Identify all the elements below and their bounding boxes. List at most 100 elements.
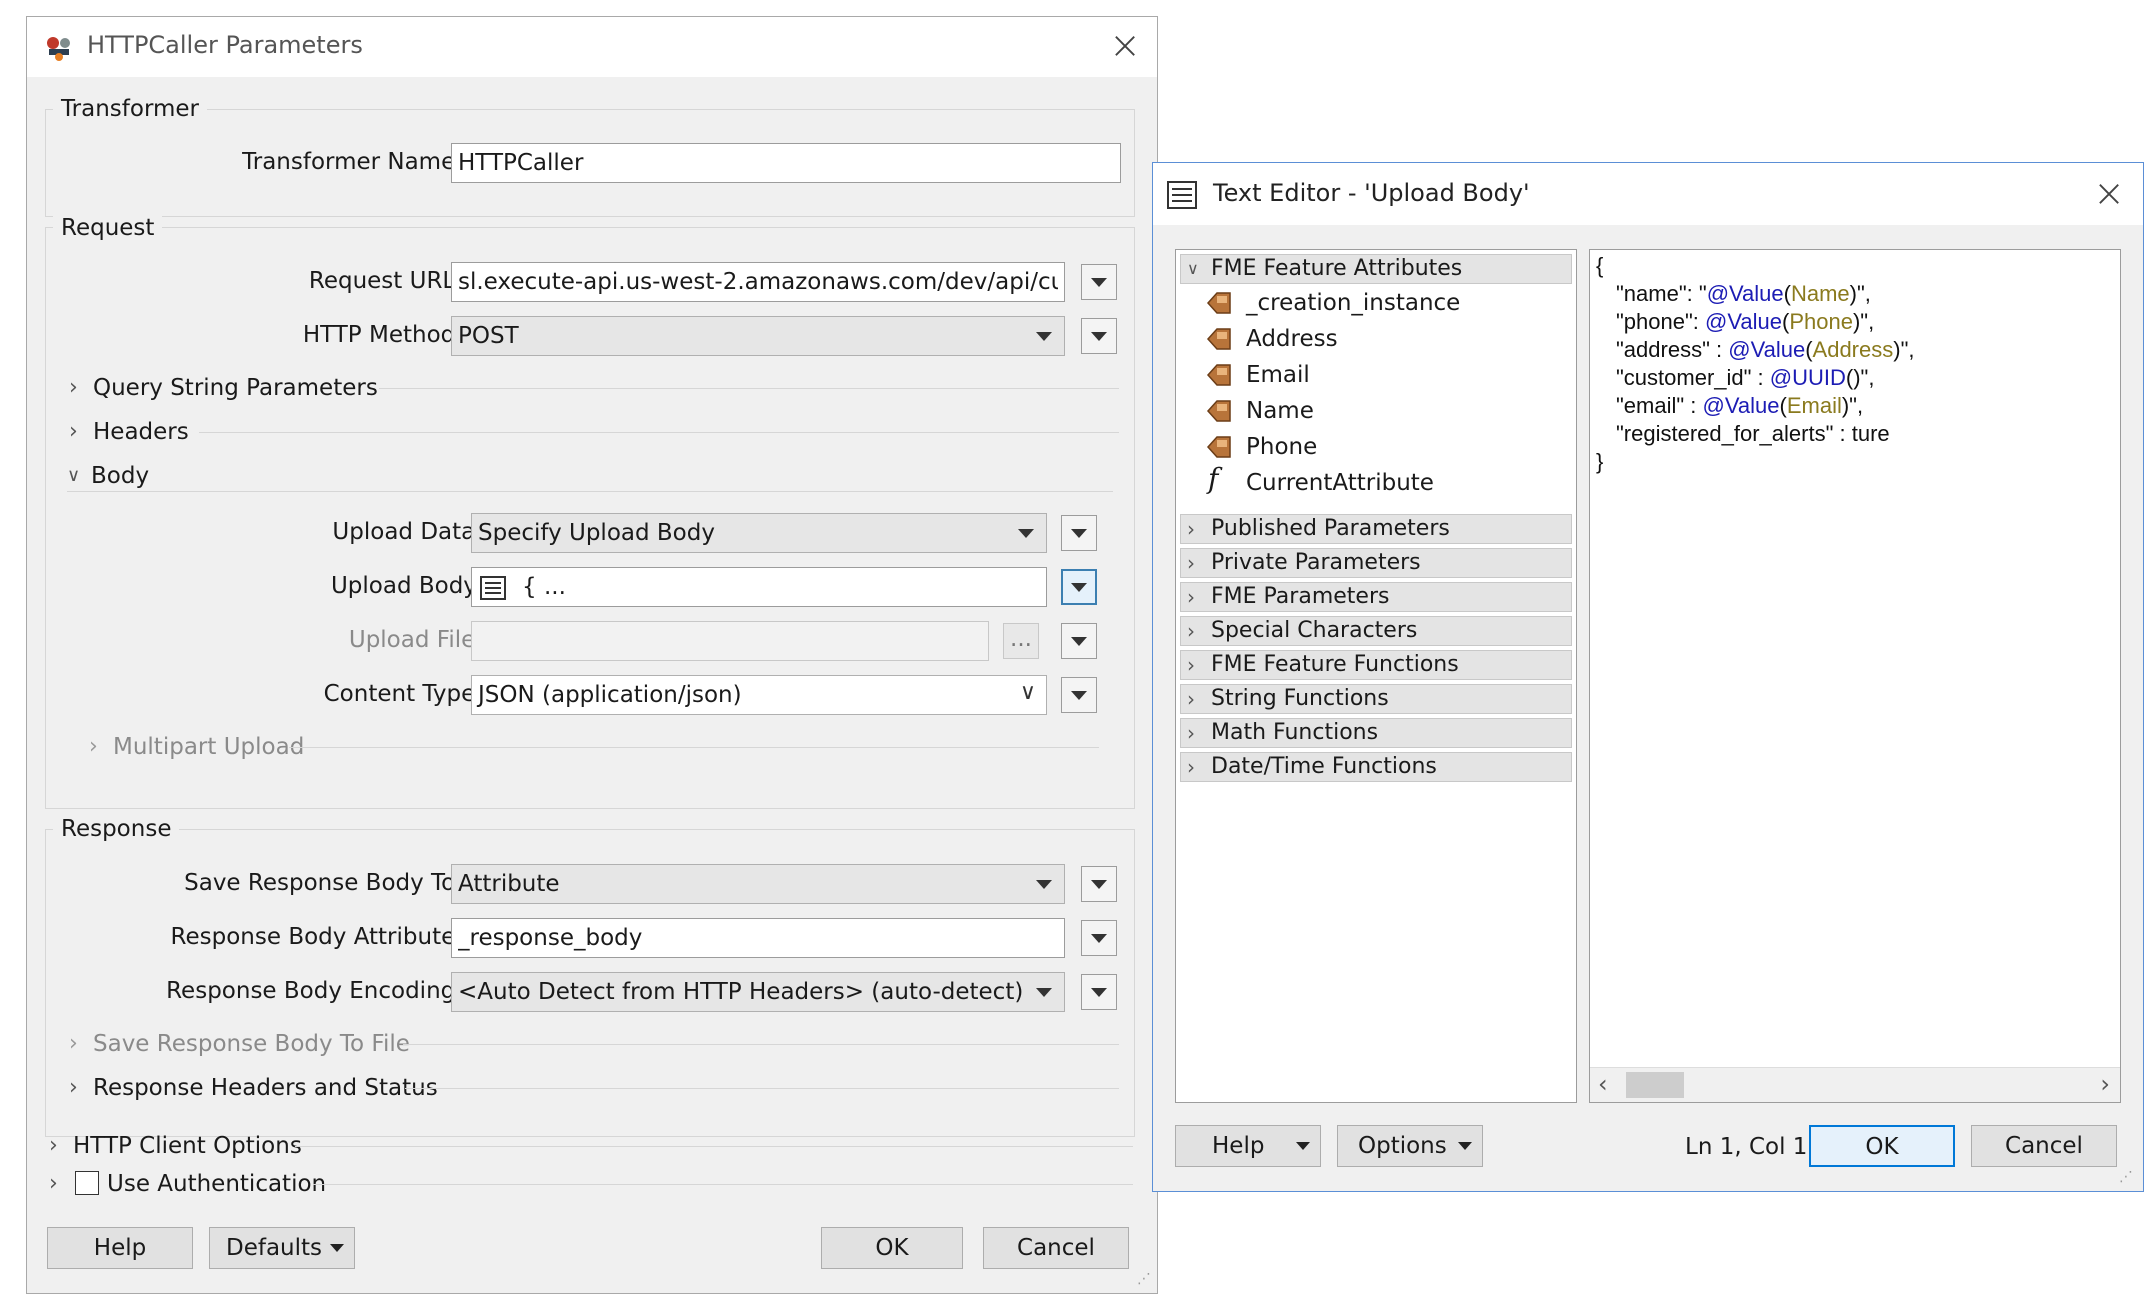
- chevron-right-icon: ›: [69, 1075, 78, 1100]
- ok-button[interactable]: OK: [821, 1227, 963, 1269]
- tree-section-published-parameters[interactable]: › Published Parameters: [1180, 514, 1572, 544]
- scroll-right-icon[interactable]: ›: [2100, 1068, 2110, 1100]
- help-button[interactable]: Help: [47, 1227, 193, 1269]
- upload-file-dropdown[interactable]: [1061, 623, 1097, 659]
- multipart-upload-section[interactable]: › Multipart Upload: [89, 733, 1113, 761]
- response-enc-label: Response Body Encoding:: [166, 978, 463, 1004]
- headers-section[interactable]: › Headers: [69, 418, 1133, 446]
- response-group-label: Response: [53, 815, 180, 843]
- save-response-label: Save Response Body To:: [184, 870, 463, 896]
- chevron-right-icon: ›: [1187, 517, 1195, 541]
- left-title: HTTPCaller Parameters: [87, 31, 363, 59]
- content-type-dropdown[interactable]: [1061, 677, 1097, 713]
- response-enc-select[interactable]: <Auto Detect from HTTP Headers> (auto-de…: [451, 972, 1065, 1012]
- transformer-name-input[interactable]: HTTPCaller: [451, 143, 1121, 183]
- chevron-right-icon: ›: [1187, 687, 1195, 711]
- left-titlebar: HTTPCaller Parameters ×: [27, 17, 1157, 77]
- use-authentication-section[interactable]: › Use Authentication: [49, 1170, 1133, 1198]
- attribute-icon: [1206, 292, 1231, 314]
- upload-data-select[interactable]: Specify Upload Body: [471, 513, 1047, 553]
- code-line: "customer_id" : @UUID()",: [1616, 365, 1875, 390]
- tree-section-special-characters[interactable]: › Special Characters: [1180, 616, 1572, 646]
- tree-section-private-parameters[interactable]: › Private Parameters: [1180, 548, 1572, 578]
- request-url-label: Request URL:: [308, 268, 463, 294]
- tree-section-fme-feature-attributes[interactable]: ∨ FME Feature Attributes: [1180, 254, 1572, 284]
- ok-button[interactable]: OK: [1809, 1125, 1955, 1167]
- right-titlebar: Text Editor - 'Upload Body' ×: [1153, 163, 2143, 225]
- upload-file-input: [471, 621, 989, 661]
- code-line: "phone": @Value(Phone)",: [1616, 309, 1875, 334]
- dropdown-arrow-icon: [1458, 1142, 1472, 1150]
- chevron-right-icon: ›: [69, 419, 78, 444]
- http-method-label: HTTP Method:: [302, 322, 463, 348]
- save-response-select[interactable]: Attribute: [451, 864, 1065, 904]
- chevron-down-icon: ∨: [67, 465, 81, 486]
- scroll-thumb[interactable]: [1626, 1072, 1684, 1098]
- tree-section-fme-feature-functions[interactable]: › FME Feature Functions: [1180, 650, 1572, 680]
- dropdown-arrow-icon: [330, 1244, 344, 1252]
- body-section[interactable]: ∨ Body: [67, 462, 1133, 490]
- query-string-section[interactable]: › Query String Parameters: [69, 374, 1133, 402]
- attribute-icon: [1206, 328, 1231, 350]
- help-button[interactable]: Help: [1175, 1125, 1321, 1167]
- right-title: Text Editor - 'Upload Body': [1213, 179, 1530, 207]
- cancel-button[interactable]: Cancel: [1971, 1125, 2117, 1167]
- http-client-section[interactable]: › HTTP Client Options: [49, 1132, 1133, 1160]
- request-url-dropdown[interactable]: [1081, 264, 1117, 300]
- code-line: }: [1596, 449, 1604, 474]
- tree-section-math-functions[interactable]: › Math Functions: [1180, 718, 1572, 748]
- upload-body-label: Upload Body:: [330, 573, 483, 599]
- upload-data-label: Upload Data:: [332, 519, 483, 545]
- request-url-input[interactable]: sl.execute-api.us-west-2.amazonaws.com/d…: [451, 262, 1065, 302]
- transformer-group-label: Transformer: [53, 95, 208, 123]
- response-attr-input[interactable]: _response_body: [451, 918, 1065, 958]
- tree-section-datetime-functions[interactable]: › Date/Time Functions: [1180, 752, 1572, 782]
- response-attr-dropdown[interactable]: [1081, 920, 1117, 956]
- request-group-label: Request: [53, 214, 163, 242]
- attribute-icon: [1206, 400, 1231, 422]
- tree-section-fme-parameters[interactable]: › FME Parameters: [1180, 582, 1572, 612]
- response-enc-dropdown[interactable]: [1081, 974, 1117, 1010]
- resize-grip-icon[interactable]: ⋰: [1137, 1271, 1151, 1287]
- attribute-tree-panel: ∨ FME Feature Attributes _creation_insta…: [1175, 249, 1577, 1103]
- function-icon: f: [1208, 462, 1219, 495]
- upload-body-input[interactable]: { ...: [471, 567, 1047, 607]
- use-authentication-checkbox[interactable]: [75, 1171, 99, 1195]
- defaults-button[interactable]: Defaults: [209, 1227, 355, 1269]
- transformer-name-label: Transformer Name:: [242, 149, 463, 175]
- code-line: "address" : @Value(Address)",: [1616, 337, 1915, 362]
- chevron-right-icon: ›: [1187, 755, 1195, 779]
- response-attr-label: Response Body Attribute:: [170, 924, 463, 950]
- save-to-file-section[interactable]: › Save Response Body To File: [69, 1030, 1133, 1058]
- close-icon[interactable]: ×: [1105, 25, 1145, 65]
- chevron-right-icon: ›: [1187, 585, 1195, 609]
- scroll-left-icon[interactable]: ‹: [1598, 1068, 1608, 1100]
- code-editor[interactable]: { "name": "@Value(Name)", "phone": @Valu…: [1589, 249, 2121, 1103]
- http-method-select[interactable]: POST: [451, 316, 1065, 356]
- upload-body-dropdown[interactable]: [1061, 569, 1097, 605]
- chevron-right-icon: ›: [69, 375, 78, 400]
- cancel-button[interactable]: Cancel: [983, 1227, 1129, 1269]
- save-response-dropdown[interactable]: [1081, 866, 1117, 902]
- options-button[interactable]: Options: [1337, 1125, 1483, 1167]
- chevron-right-icon: ›: [69, 1031, 78, 1056]
- attribute-icon: [1206, 364, 1231, 386]
- tree-section-string-functions[interactable]: › String Functions: [1180, 684, 1572, 714]
- chevron-right-icon: ›: [49, 1133, 58, 1158]
- chevron-right-icon: ›: [89, 734, 98, 759]
- upload-data-dropdown[interactable]: [1061, 515, 1097, 551]
- response-headers-section[interactable]: › Response Headers and Status: [69, 1074, 1133, 1102]
- content-type-select[interactable]: JSON (application/json) ∨: [471, 675, 1047, 715]
- upload-file-browse-button: ...: [1003, 623, 1039, 659]
- http-method-dropdown[interactable]: [1081, 318, 1117, 354]
- upload-file-label: Upload File:: [348, 627, 483, 653]
- chevron-down-icon: ∨: [1019, 680, 1036, 705]
- close-icon[interactable]: ×: [2089, 173, 2129, 213]
- resize-grip-icon[interactable]: ⋰: [2119, 1169, 2133, 1185]
- chevron-right-icon: ›: [1187, 721, 1195, 745]
- horizontal-scrollbar[interactable]: ‹ ›: [1590, 1067, 2120, 1102]
- dropdown-arrow-icon: [1296, 1142, 1310, 1150]
- chevron-right-icon: ›: [49, 1171, 58, 1196]
- attribute-icon: [1206, 436, 1231, 458]
- code-line: "name": "@Value(Name)",: [1616, 281, 1871, 306]
